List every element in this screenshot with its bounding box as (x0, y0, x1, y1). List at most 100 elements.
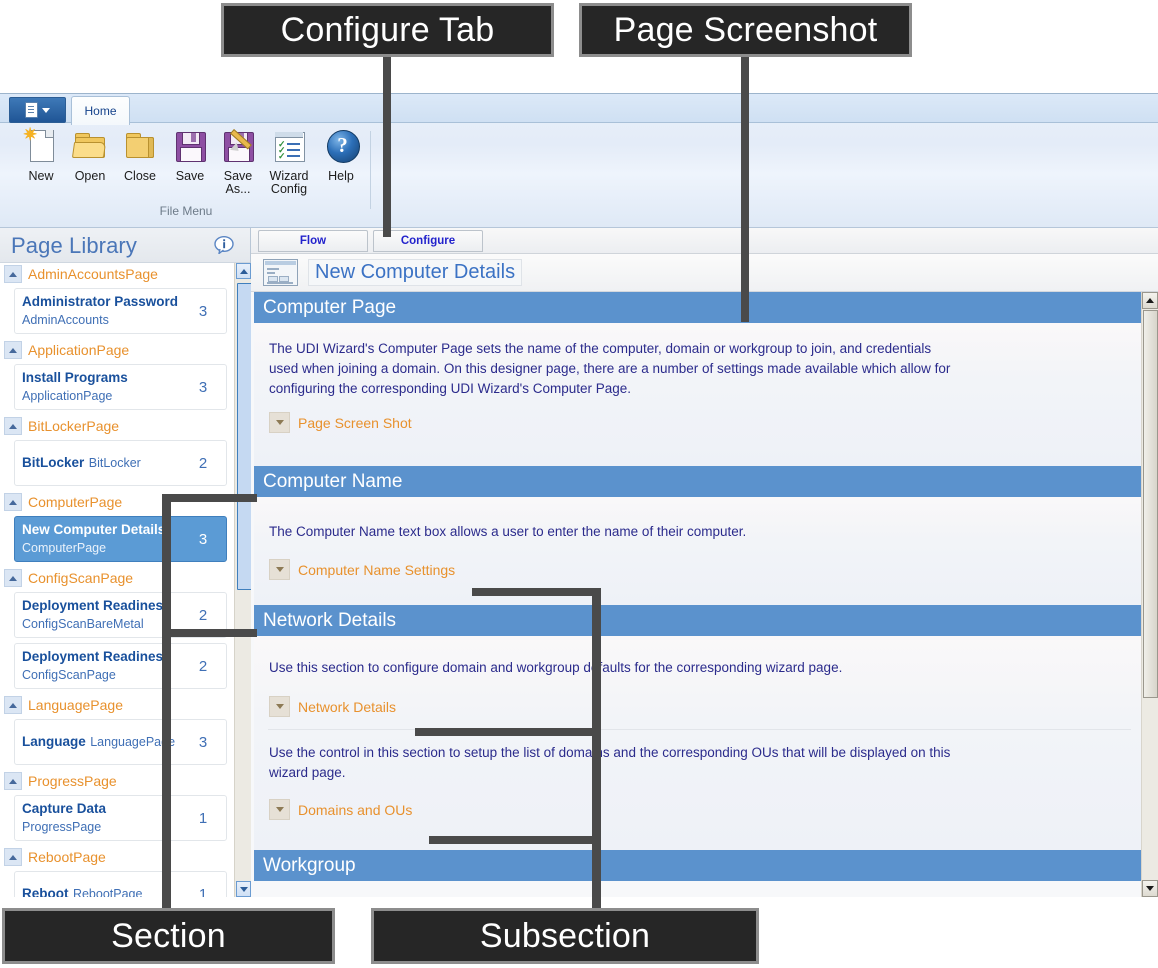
library-item-count: 2 (180, 607, 226, 624)
chevron-down-icon[interactable] (269, 559, 290, 580)
library-group-label: LanguagePage (28, 697, 123, 713)
ribbon-button-help[interactable]: ? Help (316, 127, 366, 183)
floppy-disk-pencil-icon (219, 127, 257, 165)
ribbon-button-save-as[interactable]: Save As... (213, 127, 263, 196)
subsection-network-details[interactable]: Network Details (254, 678, 1141, 729)
library-item[interactable]: Language LanguagePage 3 (14, 719, 227, 765)
chevron-down-icon[interactable] (269, 799, 290, 820)
library-item-subtitle: ProgressPage (22, 820, 101, 834)
library-item-subtitle: ConfigScanBareMetal (22, 617, 144, 631)
chevron-up-icon (4, 696, 22, 714)
application-menu-button[interactable] (9, 97, 66, 123)
document-menu-icon (25, 102, 38, 118)
callout-label: Subsection (480, 917, 650, 956)
library-item-selected[interactable]: New Computer Details ComputerPage 3 (14, 516, 227, 562)
library-group-header[interactable]: BitLockerPage (0, 415, 234, 437)
scroll-up-arrow-icon[interactable] (236, 263, 251, 279)
library-item-title: Reboot (22, 886, 69, 897)
scroll-up-arrow-icon[interactable] (1142, 292, 1158, 309)
scrollbar-thumb[interactable] (1143, 310, 1158, 698)
help-question-icon: ? (322, 127, 360, 165)
scroll-down-arrow-icon[interactable] (1142, 880, 1158, 897)
library-item[interactable]: BitLocker BitLocker 2 (14, 440, 227, 486)
section-header-label: Network Details (263, 610, 396, 632)
designer-tab-bar: Flow Configure (251, 228, 1158, 254)
chevron-up-icon (4, 848, 22, 866)
chevron-up-icon (4, 341, 22, 359)
scroll-down-arrow-icon[interactable] (236, 881, 251, 897)
page-library-header: Page Library (0, 228, 250, 263)
callout-configure-tab: Configure Tab (221, 3, 554, 57)
designer-scroll-area: Computer Page The UDI Wizard's Computer … (251, 292, 1158, 897)
ribbon-button-close-label: Close (124, 170, 156, 183)
ribbon-button-close[interactable]: Close (115, 127, 165, 183)
ribbon-button-new[interactable]: ✷ New (16, 127, 66, 183)
library-item-subtitle: LanguagePage (90, 735, 175, 749)
designer-document-title: New Computer Details (308, 259, 522, 286)
ribbon-button-open-label: Open (75, 170, 106, 183)
library-group-header[interactable]: RebootPage (0, 846, 234, 868)
library-group-header[interactable]: ProgressPage (0, 770, 234, 792)
ribbon-button-wizard-config[interactable]: ✓ ✓ ✓ Wizard Config (260, 127, 318, 196)
ribbon-button-save-as-line2: As... (225, 183, 250, 196)
callout-label: Configure Tab (281, 11, 495, 50)
library-group-header[interactable]: ConfigScanPage (0, 567, 234, 589)
library-item[interactable]: Reboot RebootPage 1 (14, 871, 227, 897)
section-header-computer-page[interactable]: Computer Page (254, 292, 1141, 323)
ribbon-button-save[interactable]: Save (165, 127, 215, 183)
library-group-header[interactable]: LanguagePage (0, 694, 234, 716)
library-item[interactable]: Install Programs ApplicationPage 3 (14, 364, 227, 410)
page-library-scrollbar[interactable] (234, 263, 251, 897)
ribbon-tab-home[interactable]: Home (71, 96, 130, 125)
chevron-down-icon[interactable] (269, 412, 290, 433)
tab-flow[interactable]: Flow (258, 230, 368, 252)
open-folder-icon (71, 127, 109, 165)
ribbon-button-open[interactable]: Open (65, 127, 115, 183)
subsection-computer-name-settings[interactable]: Computer Name Settings (254, 542, 1141, 596)
library-group-label: ApplicationPage (28, 342, 129, 358)
scrollbar-thumb[interactable] (237, 283, 252, 590)
library-item-subtitle: BitLocker (89, 456, 141, 470)
library-item[interactable]: Deployment Readiness ConfigScanPage 2 (14, 643, 227, 689)
library-item-title: New Computer Details (22, 522, 165, 537)
ribbon-group-divider (370, 131, 371, 209)
section-body-computer-page: The UDI Wizard's Computer Page sets the … (254, 323, 1141, 466)
page-library-list[interactable]: AdminAccountsPage Administrator Password… (0, 263, 234, 897)
library-item[interactable]: Administrator Password AdminAccounts 3 (14, 288, 227, 334)
library-item[interactable]: Deployment Readiness ConfigScanBareMetal… (14, 592, 227, 638)
library-group-label: BitLockerPage (28, 418, 119, 434)
chevron-down-icon[interactable] (269, 696, 290, 717)
section-header-network-details[interactable]: Network Details (254, 605, 1141, 636)
callout-section: Section (2, 908, 335, 964)
callout-page-screenshot: Page Screenshot (579, 3, 912, 57)
library-item-title: Deployment Readiness (22, 598, 171, 613)
ribbon-group-label: File Menu (4, 204, 368, 218)
ribbon-button-wizard-config-line2: Config (271, 183, 307, 196)
chevron-up-icon (4, 569, 22, 587)
tab-configure[interactable]: Configure (373, 230, 483, 252)
library-group-header[interactable]: ApplicationPage (0, 339, 234, 361)
designer-document-header: New Computer Details (251, 254, 1158, 292)
library-item-title: Administrator Password (22, 294, 178, 309)
library-item[interactable]: Capture Data ProgressPage 1 (14, 795, 227, 841)
library-group-header[interactable]: AdminAccountsPage (0, 263, 234, 285)
section-header-workgroup[interactable]: Workgroup (254, 850, 1141, 881)
ribbon-group-file-menu: ✷ New Open Close (4, 123, 368, 227)
subsection-label: Domains and OUs (298, 802, 412, 818)
library-group-label: ConfigScanPage (28, 570, 133, 586)
section-paragraph: The Computer Name text box allows a user… (254, 497, 1141, 542)
library-item-subtitle: AdminAccounts (22, 313, 109, 327)
subsection-domains-and-ous[interactable]: Domains and OUs (254, 783, 1141, 836)
info-icon[interactable] (214, 236, 234, 254)
library-item-title: BitLocker (22, 455, 84, 470)
designer-scrollbar[interactable] (1141, 292, 1158, 897)
library-group-header[interactable]: ComputerPage (0, 491, 234, 513)
ribbon-button-new-label: New (28, 170, 53, 183)
section-header-computer-name[interactable]: Computer Name (254, 466, 1141, 497)
designer-canvas: Computer Page The UDI Wizard's Computer … (254, 292, 1141, 897)
subsection-page-screen-shot[interactable]: Page Screen Shot (254, 399, 1141, 449)
library-item-subtitle: ApplicationPage (22, 389, 112, 403)
new-document-icon: ✷ (22, 127, 60, 165)
tab-configure-label: Configure (401, 235, 455, 247)
library-item-subtitle: RebootPage (73, 887, 143, 897)
